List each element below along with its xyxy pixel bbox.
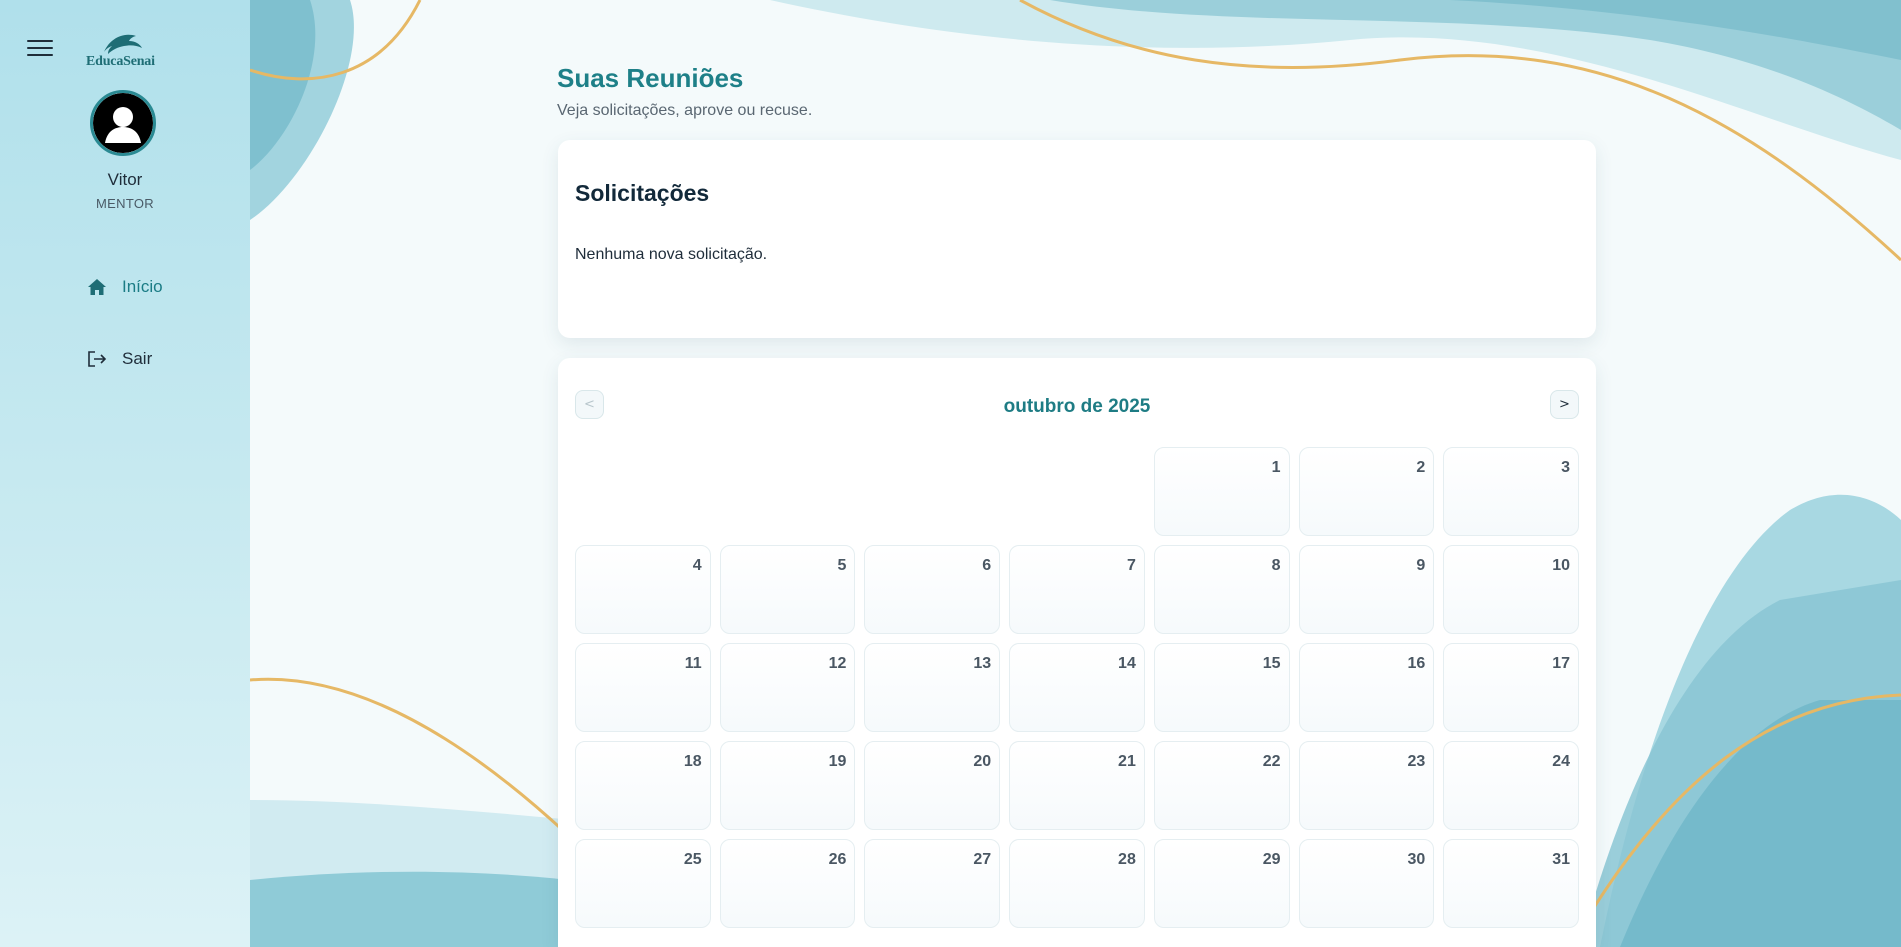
calendar-day-number: 29 [1262, 851, 1281, 868]
user-role: MENTOR [96, 196, 154, 211]
dolphin-icon [104, 34, 142, 54]
calendar-day-number: 26 [828, 851, 847, 868]
nav-label-home: Início [122, 277, 163, 296]
calendar-card: < outubro de 2025 > 1 2 3 4 5 6 7 8 9 10 11 12 13 14 1… [558, 358, 1596, 947]
calendar-day-number: 16 [1407, 655, 1426, 672]
calendar-day-cell[interactable]: 6 [864, 545, 1001, 634]
calendar-day-cell[interactable]: 2 [1298, 447, 1435, 536]
calendar-day-number: 18 [683, 753, 702, 770]
calendar-day-number: 8 [1271, 557, 1281, 574]
calendar-empty-cell [864, 447, 1000, 536]
calendar-day-cell[interactable]: 11 [575, 643, 711, 732]
calendar-day-cell[interactable]: 3 [1443, 447, 1579, 536]
calendar-day-cell[interactable]: 28 [1009, 839, 1145, 928]
calendar-day-cell[interactable]: 4 [575, 545, 711, 634]
calendar-day-cell[interactable]: 5 [719, 545, 856, 634]
calendar-day-cell[interactable]: 8 [1153, 545, 1290, 634]
calendar-day-number: 4 [692, 557, 702, 574]
logo: EducaSenai [84, 32, 164, 72]
calendar-day-number: 15 [1262, 655, 1281, 672]
calendar-day-cell[interactable]: 16 [1298, 643, 1435, 732]
calendar-day-cell[interactable]: 31 [1443, 839, 1579, 928]
calendar-day-number: 19 [828, 753, 847, 770]
calendar-day-number: 12 [828, 655, 847, 672]
requests-card: Solicitações Nenhuma nova solicitação. [558, 140, 1596, 338]
calendar-day-number: 13 [973, 655, 992, 672]
calendar-day-number: 21 [1118, 753, 1136, 770]
calendar-day-cell[interactable]: 18 [575, 741, 711, 830]
calendar-grid: 1 2 3 4 5 6 7 8 9 10 11 12 13 14 15 16 17 18 19 20 21 22 23 24 2… [575, 447, 1579, 928]
requests-heading: Solicitações [575, 180, 710, 206]
calendar-day-number: 28 [1118, 851, 1136, 868]
calendar-day-number: 22 [1262, 753, 1281, 770]
user-name: Vitor [107, 170, 143, 189]
calendar-day-cell[interactable]: 13 [864, 643, 1001, 732]
calendar-day-cell[interactable]: 22 [1153, 741, 1290, 830]
calendar-day-cell[interactable]: 30 [1298, 839, 1435, 928]
calendar-day-number: 20 [973, 753, 992, 770]
calendar-day-cell[interactable]: 15 [1153, 643, 1290, 732]
nav-item-logout[interactable]: Sair [86, 348, 152, 370]
calendar-day-cell[interactable]: 21 [1009, 741, 1145, 830]
requests-empty-message: Nenhuma nova solicitação. [575, 246, 768, 263]
calendar-day-cell[interactable]: 23 [1298, 741, 1435, 830]
home-icon [86, 276, 108, 298]
calendar-day-number: 27 [973, 851, 992, 868]
calendar-day-number: 3 [1561, 459, 1570, 476]
calendar-day-number: 1 [1271, 459, 1281, 476]
calendar-day-cell[interactable]: 9 [1298, 545, 1435, 634]
calendar-day-cell[interactable]: 29 [1153, 839, 1290, 928]
calendar-day-number: 9 [1416, 557, 1426, 574]
calendar-day-cell[interactable]: 25 [575, 839, 711, 928]
calendar-empty-cell [720, 447, 856, 536]
calendar-day-cell[interactable]: 12 [719, 643, 856, 732]
hamburger-menu-button[interactable] [27, 36, 53, 60]
nav-label-logout: Sair [122, 349, 153, 368]
calendar-day-number: 23 [1407, 753, 1426, 770]
user-icon [93, 93, 153, 153]
calendar-day-number: 10 [1552, 557, 1570, 574]
calendar-empty-cell [1009, 447, 1145, 536]
calendar-day-number: 14 [1118, 655, 1136, 672]
calendar-day-number: 2 [1416, 459, 1426, 476]
calendar-month-label: outubro de 2025 [1003, 396, 1151, 417]
nav-item-home[interactable]: Início [86, 276, 163, 298]
logout-icon [86, 348, 108, 370]
logo-text: EducaSenai [86, 54, 155, 69]
calendar-day-cell[interactable]: 7 [1009, 545, 1145, 634]
calendar-day-number: 5 [837, 557, 847, 574]
calendar-day-cell[interactable]: 26 [719, 839, 856, 928]
calendar-day-number: 11 [684, 655, 702, 672]
calendar-empty-cell [575, 447, 711, 536]
calendar-day-number: 6 [982, 557, 992, 574]
calendar-day-cell[interactable]: 27 [864, 839, 1001, 928]
calendar-day-cell[interactable]: 24 [1443, 741, 1579, 830]
sidebar: EducaSenai Vitor MENTOR Início Sair [0, 0, 250, 947]
calendar-day-cell[interactable]: 19 [719, 741, 856, 830]
calendar-next-button[interactable]: > [1550, 390, 1579, 419]
calendar-day-number: 30 [1407, 851, 1426, 868]
calendar-day-cell[interactable]: 20 [864, 741, 1001, 830]
calendar-day-number: 24 [1552, 753, 1570, 770]
calendar-day-cell[interactable]: 17 [1443, 643, 1579, 732]
calendar-day-number: 31 [1552, 851, 1570, 868]
calendar-day-cell[interactable]: 1 [1153, 447, 1290, 536]
page-title: Suas Reuniões [557, 63, 744, 93]
calendar-day-number: 7 [1126, 557, 1136, 574]
calendar-day-number: 17 [1552, 655, 1570, 672]
avatar [90, 90, 156, 156]
calendar-day-number: 25 [683, 851, 702, 868]
calendar-day-cell[interactable]: 10 [1443, 545, 1579, 634]
calendar-day-cell[interactable]: 14 [1009, 643, 1145, 732]
page-subtitle: Veja solicitações, aprove ou recuse. [557, 102, 813, 119]
